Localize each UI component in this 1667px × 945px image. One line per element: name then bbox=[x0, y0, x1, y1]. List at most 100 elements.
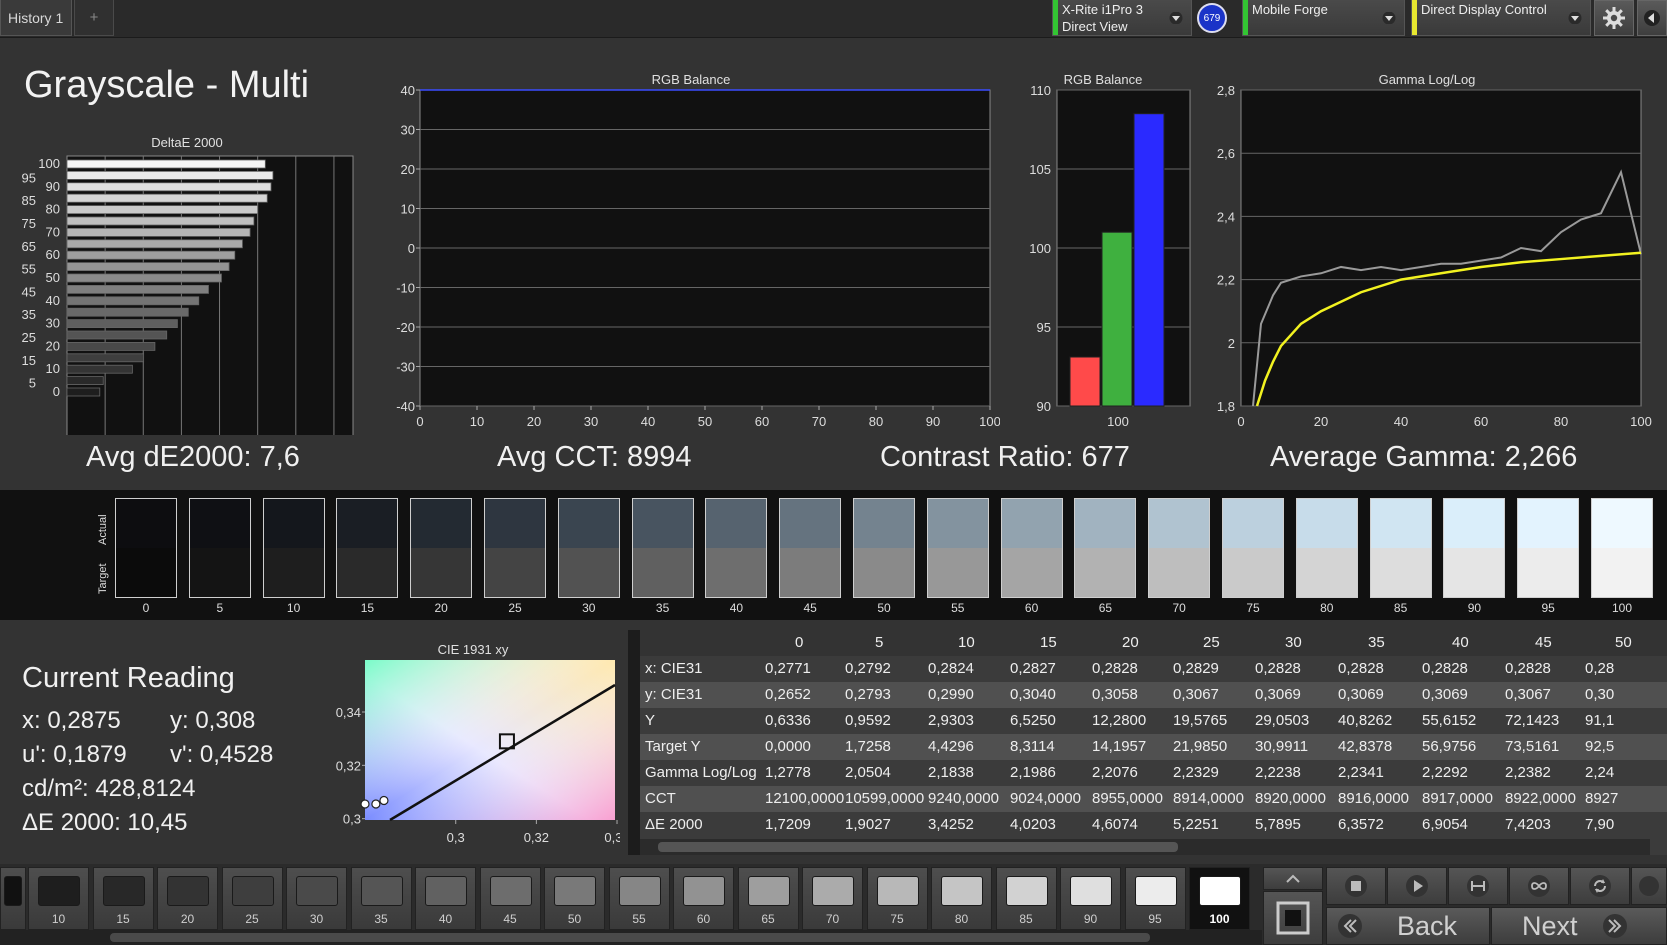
patch-button[interactable]: 20 bbox=[157, 867, 218, 930]
table-scrollbar[interactable] bbox=[640, 839, 1650, 855]
y-tick-label: 100 bbox=[1029, 241, 1051, 256]
y-tick-label: 110 bbox=[1030, 83, 1051, 98]
y-tick-label: 20 bbox=[46, 338, 60, 353]
swatch-target bbox=[1075, 548, 1136, 597]
table-cell: 6,9054 bbox=[1422, 816, 1468, 833]
meter-status-stripe bbox=[1053, 0, 1058, 35]
stop-measure-button[interactable] bbox=[1263, 891, 1323, 945]
patch-strip-scrollbar[interactable] bbox=[0, 930, 1262, 945]
patch-count-badge[interactable]: 679 bbox=[1197, 3, 1227, 33]
swatch-actual bbox=[1075, 499, 1136, 548]
table-row: x: CIE31 0,2771 0,2792 0,2824 0,2827 0,2828 0,… bbox=[640, 656, 1667, 682]
collapse-button[interactable] bbox=[1637, 0, 1667, 36]
continuous-button[interactable] bbox=[1509, 867, 1569, 905]
next-label: Next bbox=[1522, 910, 1578, 941]
row-label: Target Y bbox=[645, 738, 701, 755]
y-tick-label: 0 bbox=[53, 384, 60, 399]
patch-button-partial[interactable] bbox=[0, 867, 26, 930]
patch-button[interactable]: 55 bbox=[608, 867, 670, 930]
gamma-chart: Gamma Log/Log 2,8 2,6 2,4 2,2 2 1,80 20 40 60 80 1… bbox=[1217, 72, 1652, 429]
fit-button[interactable] bbox=[1448, 867, 1508, 905]
swatch-actual bbox=[854, 499, 914, 548]
avg-de-stat: Avg dE2000: 7,6 bbox=[86, 441, 300, 473]
table-cell: 5,2251 bbox=[1173, 816, 1219, 833]
settings-button[interactable] bbox=[1594, 0, 1634, 36]
table-cell: 72,1423 bbox=[1505, 712, 1560, 729]
patch-button[interactable]: 15 bbox=[92, 867, 154, 930]
patch-button[interactable]: 80 bbox=[931, 867, 992, 930]
profile-selector[interactable]: Mobile Forge bbox=[1242, 0, 1405, 36]
back-label: Back bbox=[1397, 910, 1458, 941]
table-cell: 2,24 bbox=[1585, 764, 1615, 781]
patch-button[interactable]: 45 bbox=[479, 867, 541, 930]
swatch-actual bbox=[1370, 499, 1431, 548]
patch-button[interactable]: 40 bbox=[415, 867, 476, 930]
swatch-target bbox=[1370, 548, 1431, 597]
swatch-actual bbox=[558, 499, 619, 548]
patch-button[interactable]: 60 bbox=[673, 867, 734, 930]
stop-button[interactable] bbox=[1326, 867, 1386, 905]
row-label: x: CIE31 bbox=[645, 660, 703, 677]
patch-up-button[interactable] bbox=[1263, 867, 1323, 890]
patch-label: 55 bbox=[632, 912, 646, 926]
table-cell: 21,9850 bbox=[1173, 738, 1228, 755]
patch-scroll-thumb[interactable] bbox=[110, 933, 1150, 942]
x-tick-label: 70 bbox=[812, 414, 826, 429]
table-cell: 0,2828 bbox=[1505, 660, 1551, 677]
record-icon bbox=[1639, 876, 1659, 896]
swatch-label: 55 bbox=[951, 601, 965, 615]
swatch-target bbox=[1296, 548, 1357, 597]
patch-button[interactable]: 25 bbox=[221, 867, 283, 930]
add-tab-button[interactable]: + bbox=[74, 0, 114, 36]
patch-button[interactable]: 75 bbox=[866, 867, 928, 930]
cie-chart: CIE 1931 xy 0,34 0,32 0,3 0,3 0,32 0,34 bbox=[336, 642, 620, 845]
meter-selector[interactable]: X-Rite i1Pro 3 Direct View bbox=[1052, 0, 1192, 36]
deltae-bar bbox=[66, 262, 230, 272]
next-button[interactable]: Next bbox=[1491, 907, 1667, 945]
swatch-label: 90 bbox=[1467, 601, 1482, 615]
record-button[interactable] bbox=[1631, 867, 1667, 905]
y-tick-label: 2 bbox=[1228, 336, 1235, 351]
green-bar bbox=[1101, 231, 1133, 407]
deltae-bar bbox=[66, 284, 209, 294]
column-header: 50 bbox=[1615, 634, 1632, 651]
x-tick-label: 60 bbox=[755, 414, 769, 429]
swatch-target bbox=[558, 548, 619, 597]
display-selector[interactable]: Direct Display Control bbox=[1411, 0, 1591, 36]
tab-history[interactable]: History 1 bbox=[0, 0, 72, 36]
patch-button[interactable]: 95 bbox=[1124, 867, 1186, 930]
patch-button[interactable]: 30 bbox=[286, 867, 347, 930]
swatch-target bbox=[1444, 548, 1505, 597]
patch-button[interactable]: 85 bbox=[995, 867, 1057, 930]
reading-x: x: 0,2875 bbox=[22, 707, 121, 734]
swatch-actual bbox=[1444, 499, 1505, 548]
table-scroll-thumb[interactable] bbox=[658, 842, 1178, 852]
swatch-label: 25 bbox=[508, 601, 522, 615]
deltae-bar bbox=[66, 387, 101, 397]
patch-button[interactable]: 35 bbox=[350, 867, 412, 930]
stop-square-icon bbox=[1276, 901, 1310, 935]
current-reading-title: Current Reading bbox=[22, 662, 235, 694]
x-tick-label: 80 bbox=[1554, 414, 1568, 429]
table-cell: 73,5161 bbox=[1505, 738, 1560, 755]
patch-button[interactable]: 100 bbox=[1189, 867, 1250, 930]
table-cell: 10599,0000 bbox=[845, 790, 925, 807]
play-button[interactable] bbox=[1387, 867, 1447, 905]
swatch-label: 60 bbox=[1024, 601, 1039, 615]
table-cell: 8922,0000 bbox=[1505, 790, 1576, 807]
refresh-button[interactable] bbox=[1570, 867, 1630, 905]
infinity-icon bbox=[1528, 875, 1550, 897]
patch-button[interactable]: 50 bbox=[544, 867, 605, 930]
patch-button[interactable]: 65 bbox=[737, 867, 799, 930]
patch-button[interactable]: 70 bbox=[802, 867, 863, 930]
x-tick-label: 90 bbox=[926, 414, 940, 429]
measured-point bbox=[379, 795, 389, 806]
table-cell: 0,2828 bbox=[1422, 660, 1468, 677]
patch-button[interactable]: 10 bbox=[28, 867, 89, 930]
table-cell: 4,6074 bbox=[1092, 816, 1138, 833]
table-row: CCT 12100,0000 10599,0000 9240,0000 9024,000… bbox=[640, 786, 1667, 812]
table-cell: 42,8378 bbox=[1338, 738, 1393, 755]
back-button[interactable]: Back bbox=[1326, 907, 1490, 945]
patch-button[interactable]: 90 bbox=[1060, 867, 1121, 930]
chart-title: Gamma Log/Log bbox=[1379, 72, 1476, 87]
